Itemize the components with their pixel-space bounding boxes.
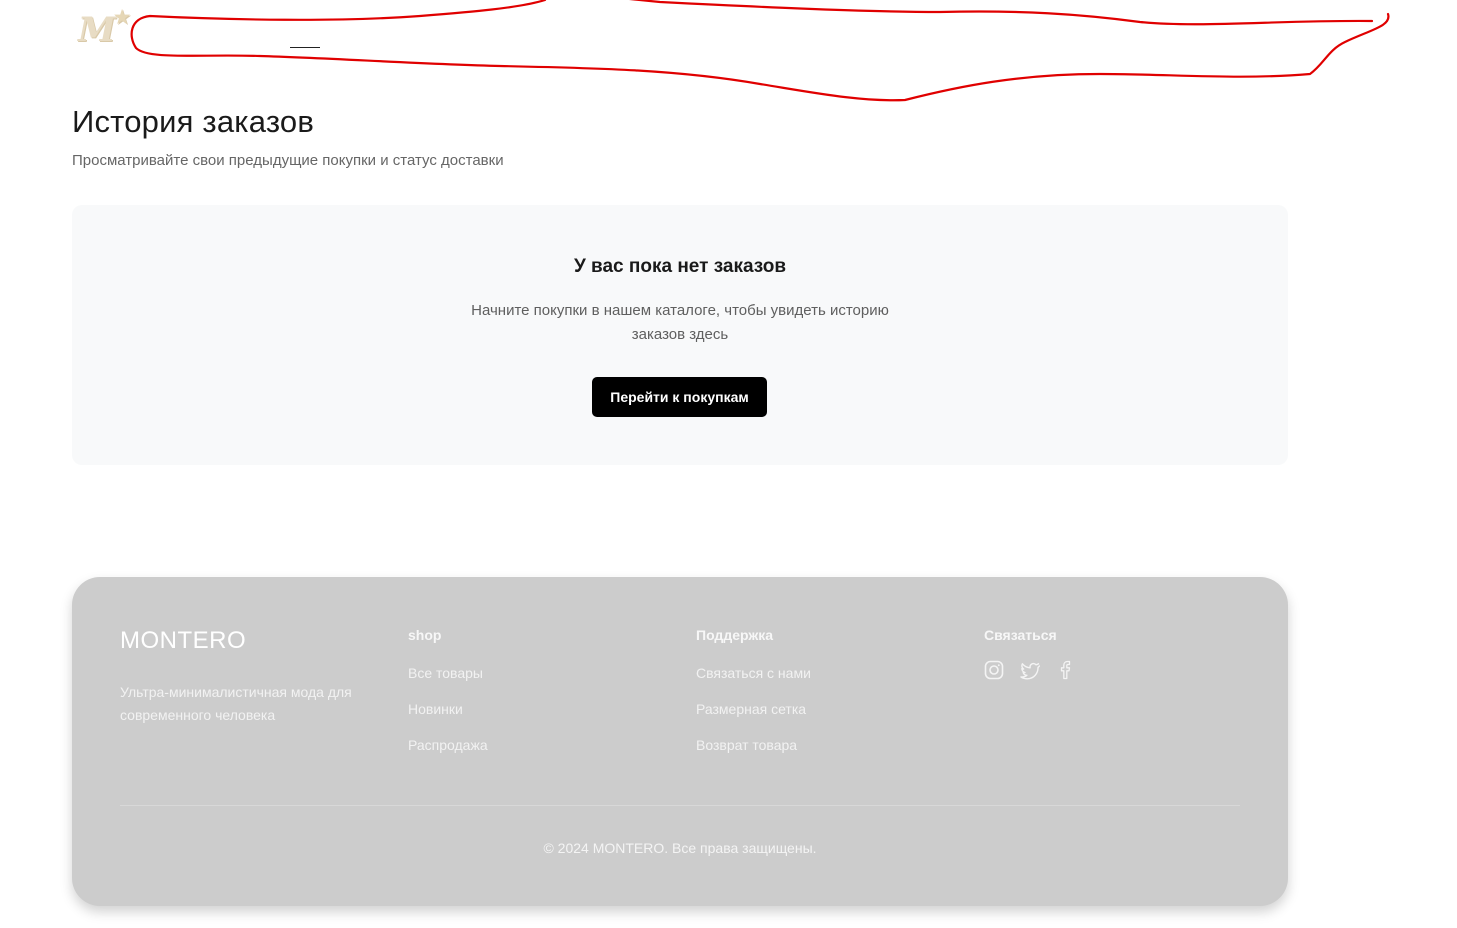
site-header: M ★ xyxy=(0,0,1457,102)
empty-orders-card: У вас пока нет заказов Начните покупки в… xyxy=(72,205,1288,465)
instagram-icon[interactable] xyxy=(984,660,1004,680)
page-title: История заказов xyxy=(72,104,314,139)
footer-brand: MONTERO xyxy=(120,627,247,654)
empty-state-title: У вас пока нет заказов xyxy=(573,256,787,277)
footer-divider xyxy=(120,805,1240,806)
page-subtitle: Просматривайте свои предыдущие покупки и… xyxy=(72,152,504,169)
footer-link-size-chart[interactable]: Размерная сетка xyxy=(696,700,811,736)
go-shopping-button[interactable]: Перейти к покупкам xyxy=(592,377,767,417)
social-links xyxy=(984,660,1076,680)
footer-link-new[interactable]: Новинки xyxy=(408,700,488,736)
twitter-icon[interactable] xyxy=(1020,660,1040,680)
footer-support-column: Поддержка Связаться с нами Размерная сет… xyxy=(696,627,811,772)
footer-shop-title: shop xyxy=(408,627,442,643)
footer-shop-column: shop Все товары Новинки Распродажа xyxy=(408,627,488,772)
footer-link-contact-us[interactable]: Связаться с нами xyxy=(696,664,811,700)
page: M ★ История заказов Просматривайте свои … xyxy=(0,0,1457,928)
footer-link-all-products[interactable]: Все товары xyxy=(408,664,488,700)
footer-link-returns[interactable]: Возврат товара xyxy=(696,736,811,772)
footer-copyright: © 2024 MONTERO. Все права защищены. xyxy=(543,840,817,856)
footer-link-sale[interactable]: Распродажа xyxy=(408,736,488,772)
footer-contact-title: Связаться xyxy=(984,627,1057,643)
redaction-scribble xyxy=(130,0,1390,102)
footer-support-title: Поддержка xyxy=(696,627,774,643)
site-footer: MONTERO Ультра-минималистичная мода для … xyxy=(72,577,1288,906)
empty-state-text: Начните покупки в нашем каталоге, чтобы … xyxy=(471,302,889,343)
footer-contact-column: Связаться xyxy=(984,627,1076,680)
footer-tagline: Ультра-минималистичная мода для современ… xyxy=(120,684,352,723)
facebook-icon[interactable] xyxy=(1056,660,1076,680)
